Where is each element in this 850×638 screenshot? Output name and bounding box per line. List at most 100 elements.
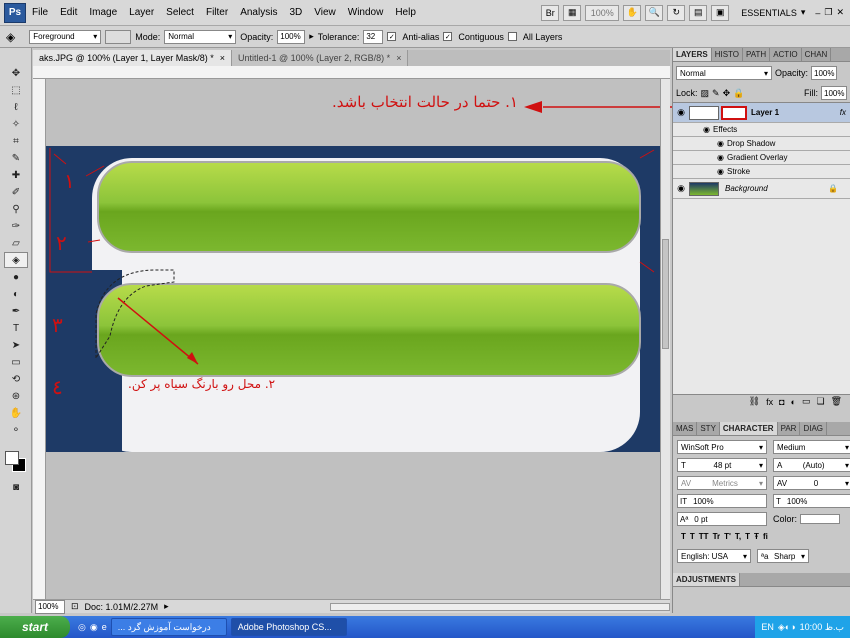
link-layers-icon[interactable]: ⛓ (749, 396, 760, 407)
task-firefox-window[interactable]: ... درخواست آموزش گرد (110, 618, 227, 636)
all-caps-button[interactable]: TT (699, 532, 709, 541)
menu-edit[interactable]: Edit (54, 7, 83, 18)
menu-layer[interactable]: Layer (123, 7, 160, 18)
quicklaunch-icon[interactable]: ◎ (78, 622, 86, 633)
opacity-input[interactable]: 100% (277, 29, 306, 44)
new-group-icon[interactable]: ▭ (802, 396, 811, 407)
tab-styles[interactable]: STY (697, 422, 720, 435)
font-style-select[interactable]: Medium ▾ (773, 440, 850, 454)
anti-alias-checkbox[interactable]: ✓ (387, 32, 397, 41)
brush-tool-icon[interactable]: ✐ (4, 184, 28, 200)
history-brush-icon[interactable]: ✑ (4, 218, 28, 234)
tab-masks[interactable]: MAS (673, 422, 698, 435)
color-swatches[interactable] (0, 444, 31, 478)
visibility-eye-icon[interactable]: ◉ (673, 107, 689, 118)
chevron-down-icon[interactable]: ▾ (801, 7, 806, 18)
tab-actions[interactable]: ACTIO (770, 48, 802, 61)
contiguous-checkbox[interactable]: ✓ (443, 32, 453, 41)
ie-icon[interactable]: e (102, 622, 107, 632)
zoom-icon[interactable]: 🔍 (645, 4, 664, 21)
superscript-button[interactable]: T' (724, 532, 731, 541)
close-tab-icon[interactable]: × (396, 53, 401, 63)
effect-gradient-overlay[interactable]: ◉ Gradient Overlay (673, 151, 850, 165)
faux-bold-button[interactable]: T (681, 532, 686, 541)
eyedropper-icon[interactable]: ✎ (4, 150, 28, 166)
close-tab-icon[interactable]: × (220, 53, 225, 63)
layer-opacity-input[interactable]: 100% (811, 66, 838, 80)
start-button[interactable]: start (0, 616, 70, 638)
layer-row-background[interactable]: ◉ Background 🔒 (673, 179, 850, 199)
tab-paragraph[interactable]: PAR (778, 422, 801, 435)
grid-icon[interactable]: ▤ (689, 4, 708, 21)
baseline-shift-input[interactable]: Aª 0 pt (677, 512, 767, 526)
lock-transparency-icon[interactable]: ▨ (701, 88, 710, 99)
canvas-area[interactable]: ۱ ۲ ۳ ٤ ۱. حتما در حالت انتخاب باشد. ۲. … (46, 79, 673, 599)
zoom-level-input[interactable]: 100% (35, 599, 65, 614)
delete-layer-icon[interactable]: 🗑 (831, 396, 842, 407)
effect-eye-icon[interactable]: ◉ (717, 139, 724, 148)
language-select[interactable]: English: USA ▾ (677, 549, 751, 563)
tab-dialog[interactable]: DIAG (800, 422, 827, 435)
horizontal-scrollbar[interactable] (330, 602, 670, 611)
bridge-icon[interactable]: Br (541, 4, 560, 21)
pen-tool-icon[interactable]: ✒ (4, 303, 28, 319)
blur-tool-icon[interactable]: ● (4, 269, 28, 285)
all-layers-checkbox[interactable] (507, 32, 517, 41)
task-photoshop[interactable]: Adobe Photoshop CS... (230, 618, 347, 636)
3d-rotate-icon[interactable]: ⟲ (4, 371, 28, 387)
effects-eye-icon[interactable]: ◉ (703, 125, 710, 134)
menu-file[interactable]: File (26, 7, 54, 18)
doc-tab-active[interactable]: aks.JPG @ 100% (Layer 1, Layer Mask/8) *… (33, 50, 232, 66)
tab-channels[interactable]: CHAN (802, 48, 832, 61)
zoom-tool-icon[interactable]: ⚬ (4, 422, 28, 438)
font-family-select[interactable]: WinSoft Pro ▾ (677, 440, 767, 454)
workspace-label[interactable]: ESSENTIALS (741, 8, 797, 18)
pattern-picker[interactable] (105, 29, 132, 44)
tab-adjustments[interactable]: ADJUSTMENTS (673, 573, 741, 586)
subscript-button[interactable]: T, (735, 532, 741, 541)
small-caps-button[interactable]: Tr (713, 532, 721, 541)
path-selection-icon[interactable]: ➤ (4, 337, 28, 353)
layer-thumbnail[interactable] (689, 181, 719, 196)
status-arrow-icon[interactable]: ▸ (164, 601, 169, 612)
3d-orbit-icon[interactable]: ⊛ (4, 388, 28, 404)
rotate-icon[interactable]: ↻ (667, 4, 686, 21)
lock-position-icon[interactable]: ✥ (723, 88, 731, 99)
language-indicator[interactable]: EN (761, 622, 774, 632)
fill-source-select[interactable]: Foreground ▾ (29, 29, 102, 44)
lock-all-icon[interactable]: 🔒 (733, 88, 744, 99)
strikethrough-button[interactable]: Ŧ (754, 532, 759, 541)
horizontal-scale-input[interactable]: T 100% (773, 494, 850, 508)
effect-eye-icon[interactable]: ◉ (717, 153, 724, 162)
text-color-swatch[interactable] (800, 514, 841, 524)
menu-select[interactable]: Select (160, 7, 200, 18)
menu-analysis[interactable]: Analysis (234, 7, 283, 18)
quick-mask-icon[interactable]: ◙ (4, 479, 28, 495)
restore-icon[interactable]: ❐ (824, 7, 832, 18)
leading-select[interactable]: A (Auto) ▾ (773, 458, 850, 472)
mode-select[interactable]: Normal ▾ (164, 29, 237, 44)
effect-drop-shadow[interactable]: ◉ Drop Shadow (673, 137, 850, 151)
lock-paint-icon[interactable]: ✎ (712, 88, 720, 99)
ligature-button[interactable]: fi (763, 532, 768, 541)
effect-stroke[interactable]: ◉ Stroke (673, 165, 850, 179)
close-icon[interactable]: ✕ (836, 7, 844, 18)
effect-eye-icon[interactable]: ◉ (717, 167, 724, 176)
screen-mode-icon[interactable]: ▣ (711, 4, 730, 21)
firefox-icon[interactable]: ◉ (90, 622, 98, 633)
antialias-select[interactable]: ªa Sharp ▾ (757, 549, 809, 563)
marquee-tool-icon[interactable]: ⬚ (4, 82, 28, 98)
faux-italic-button[interactable]: T (690, 532, 695, 541)
visibility-eye-icon[interactable]: ◉ (673, 183, 689, 194)
layer-effects-row[interactable]: ◉ Effects (673, 123, 850, 137)
minibridge-icon[interactable]: ▦ (563, 4, 582, 21)
lasso-tool-icon[interactable]: ℓ (4, 99, 28, 115)
blend-mode-select[interactable]: Normal ▾ (676, 66, 772, 80)
clone-stamp-icon[interactable]: ⚲ (4, 201, 28, 217)
menu-filter[interactable]: Filter (200, 7, 234, 18)
tray-icons[interactable]: ◈◐◑ (778, 622, 796, 633)
font-size-select[interactable]: T 48 pt ▾ (677, 458, 767, 472)
type-tool-icon[interactable]: T (4, 320, 28, 336)
scroll-thumb[interactable] (662, 239, 669, 349)
menu-window[interactable]: Window (342, 7, 390, 18)
